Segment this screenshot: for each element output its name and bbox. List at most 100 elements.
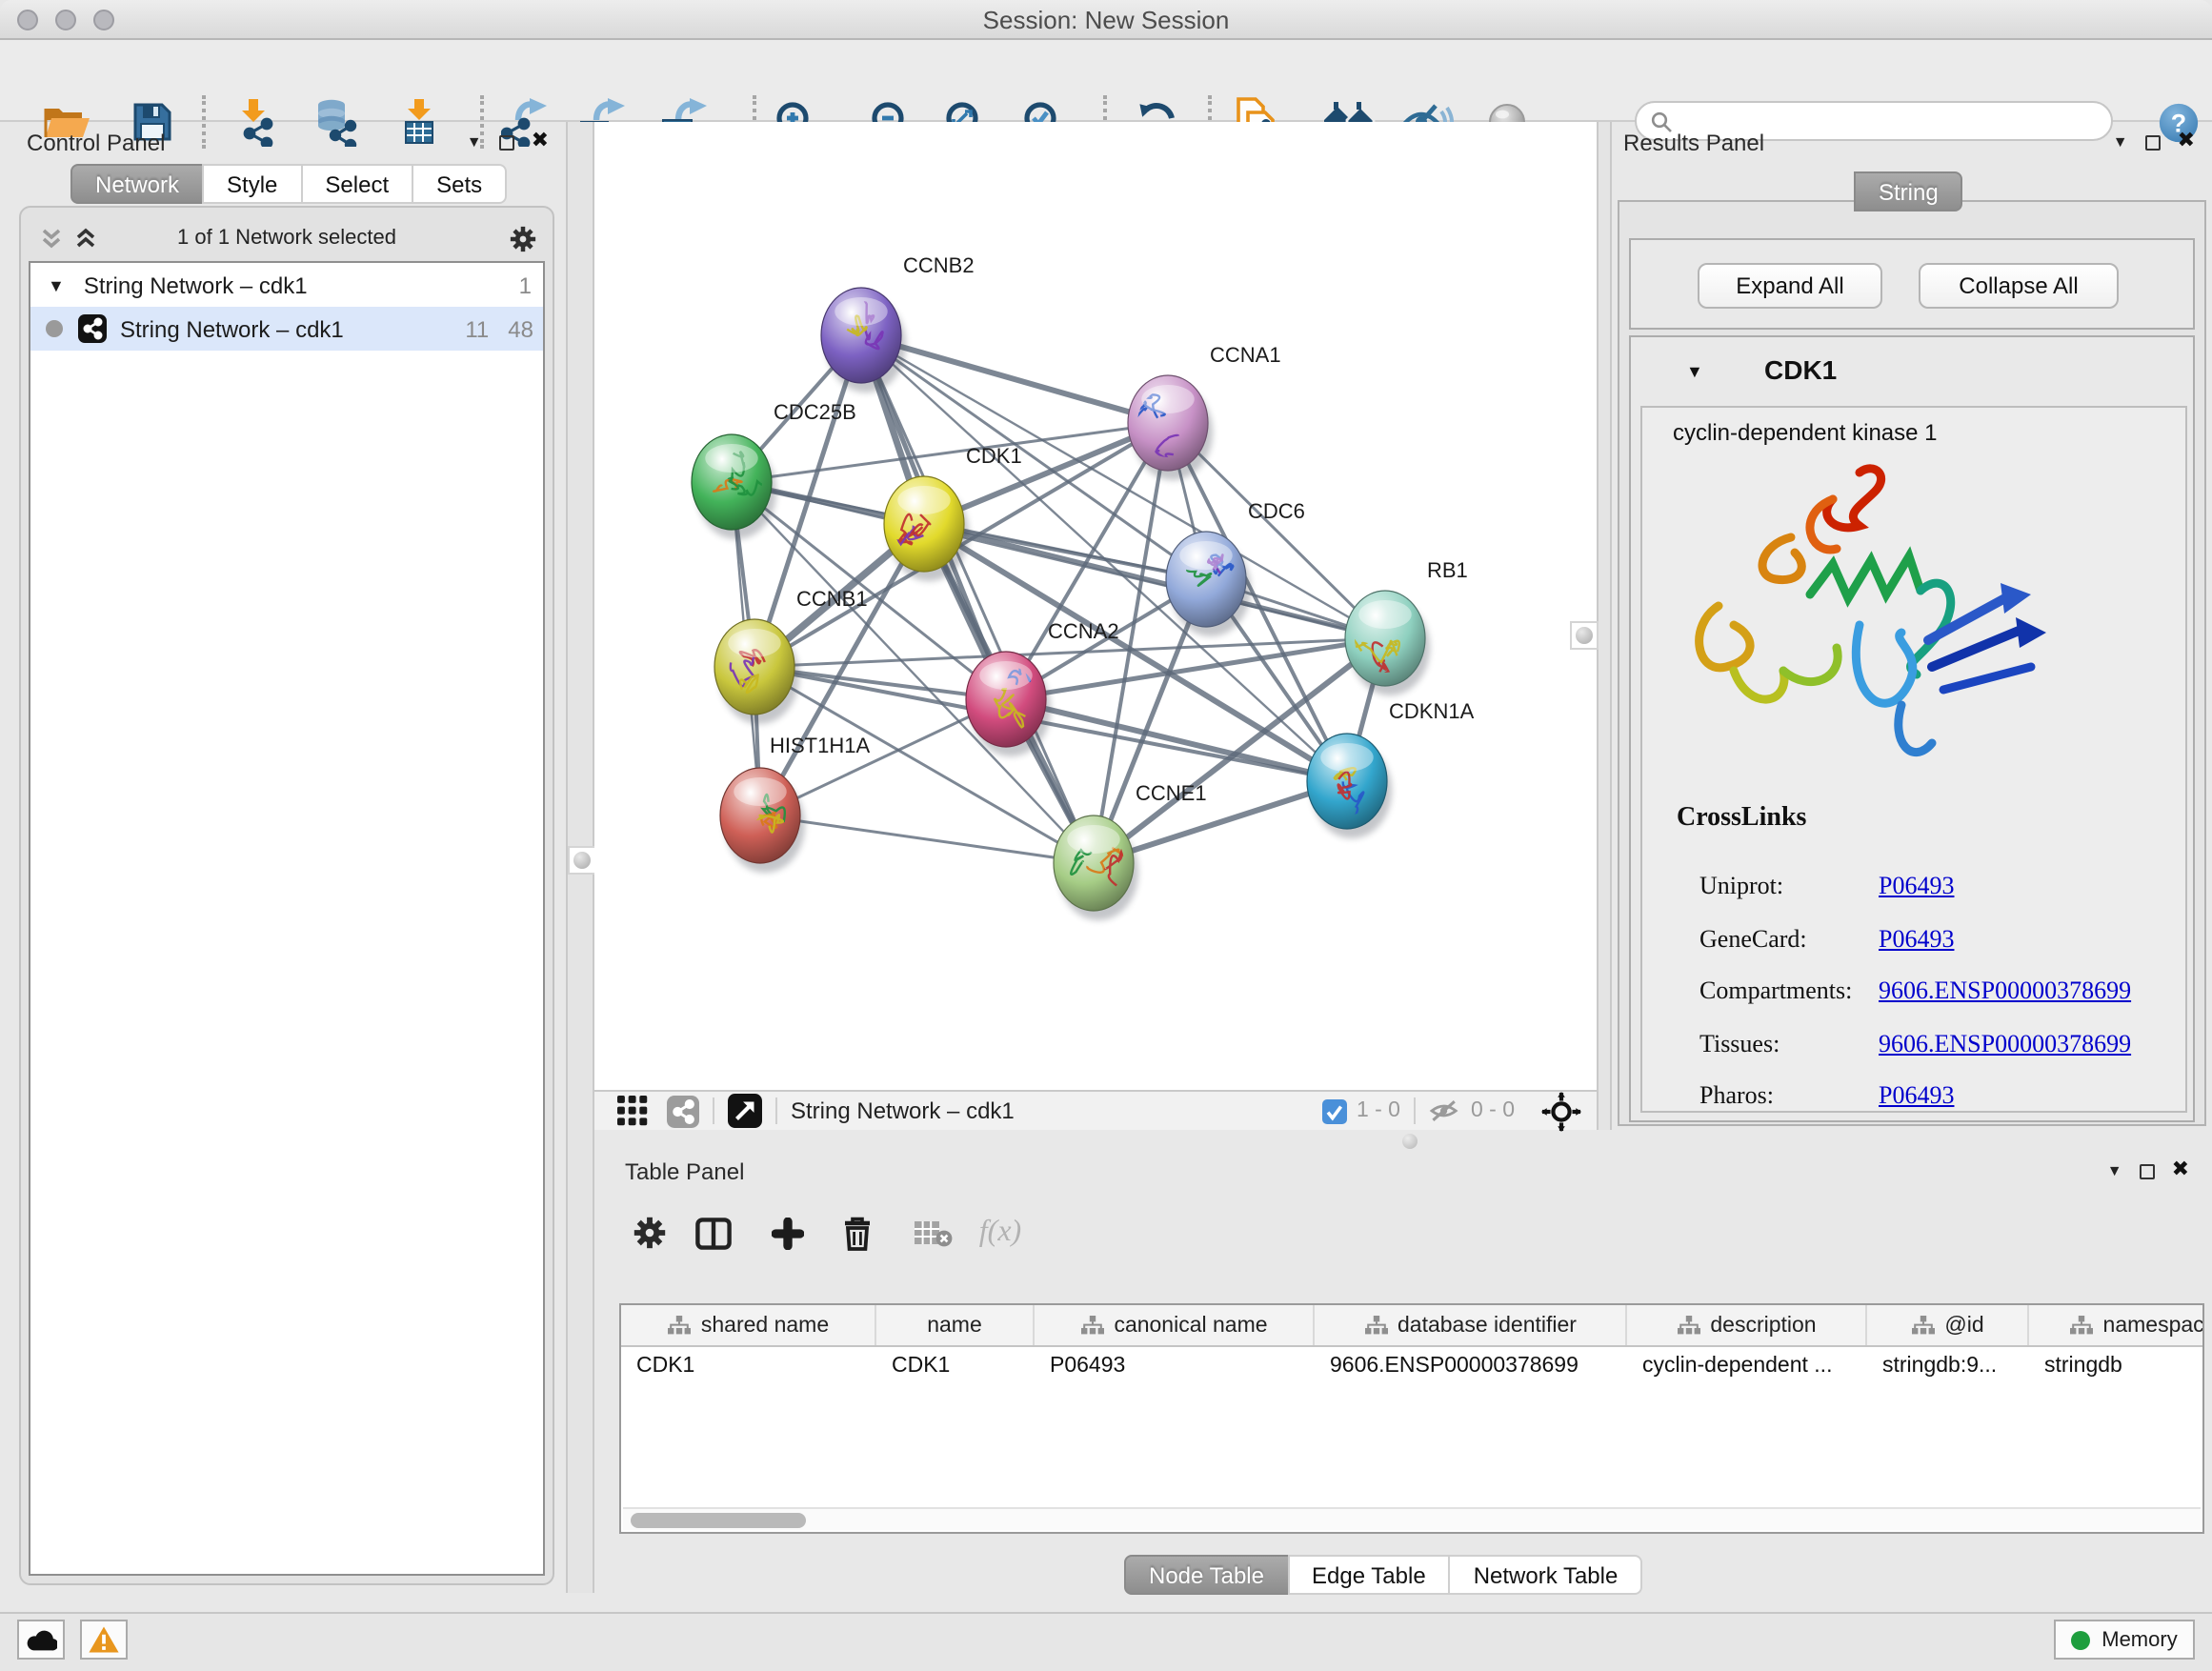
right-splitter-grip[interactable] bbox=[1570, 621, 1599, 650]
crosslink-row: Compartments:9606.ENSP00000378699 bbox=[1699, 970, 2131, 1012]
column-header-canonical-name[interactable]: canonical name bbox=[1035, 1305, 1315, 1345]
column-header-database-identifier[interactable]: database identifier bbox=[1315, 1305, 1627, 1345]
network-row[interactable]: String Network – cdk1 11 48 bbox=[30, 307, 543, 351]
column-header-namespace[interactable]: namespace bbox=[2029, 1305, 2202, 1345]
expand-collapse-box: Expand All Collapse All bbox=[1629, 238, 2195, 330]
table-cell[interactable]: CDK1 bbox=[621, 1347, 876, 1385]
crosslink-link[interactable]: P06493 bbox=[1879, 923, 1954, 954]
pan-crosshair-icon[interactable] bbox=[1541, 1091, 1581, 1131]
table-horizontal-scrollbar[interactable] bbox=[623, 1507, 2201, 1530]
selected-checkbox-icon[interactable] bbox=[1322, 1098, 1347, 1123]
table-cell[interactable]: cyclin-dependent ... bbox=[1627, 1347, 1867, 1385]
left-splitter[interactable] bbox=[566, 122, 594, 1593]
collection-label: String Network – cdk1 bbox=[84, 272, 308, 298]
table-settings-gear-icon[interactable] bbox=[623, 1204, 676, 1261]
network-node-label: RB1 bbox=[1427, 558, 1468, 582]
function-builder-icon[interactable]: f(x) bbox=[966, 1204, 1035, 1261]
grid-view-icon[interactable] bbox=[617, 1096, 648, 1126]
column-header-@id[interactable]: @id bbox=[1867, 1305, 2029, 1345]
tab-edge-table[interactable]: Edge Table bbox=[1287, 1555, 1451, 1595]
tab-select[interactable]: Select bbox=[300, 164, 413, 204]
network-collection-row[interactable]: ▼ String Network – cdk1 1 bbox=[30, 263, 543, 307]
close-results-icon[interactable]: ✖ bbox=[2178, 131, 2195, 152]
column-header-description[interactable]: description bbox=[1627, 1305, 1867, 1345]
collapse-all-button[interactable]: Collapse All bbox=[1919, 263, 2119, 309]
crosslink-link[interactable]: 9606.ENSP00000378699 bbox=[1879, 1028, 2131, 1058]
expand-all-networks-icon[interactable] bbox=[74, 227, 97, 250]
birds-eye-view-icon[interactable] bbox=[728, 1094, 762, 1128]
float-table-icon[interactable] bbox=[2140, 1163, 2155, 1178]
column-header-shared-name[interactable]: shared name bbox=[621, 1305, 876, 1345]
network-node-label: HIST1H1A bbox=[770, 734, 870, 757]
table-cell[interactable]: P06493 bbox=[1035, 1347, 1315, 1385]
network-node[interactable] bbox=[821, 282, 906, 393]
hidden-eye-slash-icon[interactable] bbox=[1429, 1097, 1461, 1124]
network-canvas[interactable]: CCNB2CCNA1CDC25BCDK1CDC6RB1CCNB1CCNA2CDK… bbox=[594, 122, 1597, 1090]
network-graph[interactable]: CCNB2CCNA1CDC25BCDK1CDC6RB1CCNB1CCNA2CDK… bbox=[594, 122, 1597, 1090]
crosslink-link[interactable]: P06493 bbox=[1879, 1080, 1954, 1111]
entry-header[interactable]: ▼ CDK1 bbox=[1631, 337, 2193, 406]
table-cell[interactable]: stringdb:9... bbox=[1867, 1347, 2029, 1385]
share-view-icon[interactable] bbox=[667, 1095, 699, 1127]
network-node[interactable] bbox=[692, 434, 776, 539]
tab-string[interactable]: String bbox=[1854, 171, 1963, 211]
network-options-gear-icon[interactable] bbox=[509, 225, 537, 253]
collapse-table-icon[interactable]: ▼ bbox=[2107, 1163, 2122, 1178]
float-panel-icon[interactable] bbox=[499, 134, 514, 150]
tab-style[interactable]: Style bbox=[202, 164, 302, 204]
scrollbar-thumb[interactable] bbox=[631, 1513, 806, 1528]
entry-collapse-icon[interactable]: ▼ bbox=[1686, 362, 1703, 381]
collection-expand-icon[interactable]: ▼ bbox=[48, 275, 65, 294]
close-panel-icon[interactable]: ✖ bbox=[532, 131, 549, 152]
tab-network[interactable]: Network bbox=[70, 164, 204, 204]
network-edge[interactable] bbox=[760, 815, 1094, 863]
crosslink-label: Pharos: bbox=[1699, 1080, 1879, 1111]
network-node[interactable] bbox=[1166, 532, 1251, 636]
tab-node-table[interactable]: Node Table bbox=[1124, 1555, 1289, 1595]
collapse-all-networks-icon[interactable] bbox=[40, 227, 63, 250]
table-cell[interactable]: stringdb bbox=[2029, 1347, 2202, 1385]
network-edge[interactable] bbox=[1006, 699, 1347, 781]
create-column-plus-icon[interactable] bbox=[760, 1204, 814, 1261]
warning-icon bbox=[88, 1625, 120, 1654]
application-window: Session: New Session bbox=[0, 0, 2212, 1671]
network-node[interactable] bbox=[884, 476, 969, 581]
network-node[interactable] bbox=[1307, 734, 1392, 838]
crosslink-link[interactable]: P06493 bbox=[1879, 871, 1954, 901]
network-node-label: CCNE1 bbox=[1136, 781, 1207, 805]
table-cell[interactable]: 9606.ENSP00000378699 bbox=[1315, 1347, 1627, 1385]
horizontal-splitter-grip[interactable] bbox=[1402, 1134, 1418, 1149]
network-node[interactable] bbox=[1345, 591, 1430, 695]
expand-all-button[interactable]: Expand All bbox=[1698, 263, 1882, 309]
network-node[interactable] bbox=[720, 768, 805, 873]
network-node[interactable] bbox=[714, 619, 799, 724]
network-edge[interactable] bbox=[861, 335, 1168, 423]
table-cell[interactable]: CDK1 bbox=[876, 1347, 1035, 1385]
delete-column-trash-icon[interactable] bbox=[831, 1204, 884, 1261]
network-edge[interactable] bbox=[861, 335, 1094, 863]
warnings-button[interactable] bbox=[80, 1620, 128, 1660]
float-results-icon[interactable] bbox=[2145, 134, 2161, 150]
right-splitter[interactable] bbox=[1597, 122, 1612, 1130]
table-row[interactable]: CDK1CDK1P064939606.ENSP00000378699cyclin… bbox=[621, 1347, 2202, 1385]
collapse-results-icon[interactable]: ▼ bbox=[2113, 134, 2128, 150]
tab-network-table[interactable]: Network Table bbox=[1449, 1555, 1643, 1595]
collapse-panel-icon[interactable]: ▼ bbox=[467, 134, 482, 150]
column-tree-icon bbox=[1079, 1315, 1104, 1336]
network-node-label: CDC6 bbox=[1248, 499, 1305, 523]
cdk1-entry-card: ▼ CDK1 cyclin-dependent kinase 1 bbox=[1629, 335, 2195, 1122]
left-splitter-grip[interactable] bbox=[568, 846, 596, 875]
show-columns-icon[interactable] bbox=[686, 1204, 739, 1261]
crosslink-link[interactable]: 9606.ENSP00000378699 bbox=[1879, 976, 2131, 1006]
tab-sets[interactable]: Sets bbox=[412, 164, 507, 204]
close-table-icon[interactable]: ✖ bbox=[2172, 1160, 2189, 1181]
cloud-status-button[interactable] bbox=[17, 1620, 65, 1660]
network-node[interactable] bbox=[1128, 375, 1213, 480]
entry-description: cyclin-dependent kinase 1 bbox=[1673, 419, 1938, 446]
network-node[interactable] bbox=[1054, 815, 1138, 920]
memory-button[interactable]: Memory bbox=[2054, 1620, 2195, 1660]
column-header-name[interactable]: name bbox=[876, 1305, 1035, 1345]
memory-label: Memory bbox=[2101, 1628, 2177, 1651]
delete-table-icon[interactable] bbox=[905, 1204, 958, 1261]
column-tree-icon bbox=[1676, 1315, 1700, 1336]
